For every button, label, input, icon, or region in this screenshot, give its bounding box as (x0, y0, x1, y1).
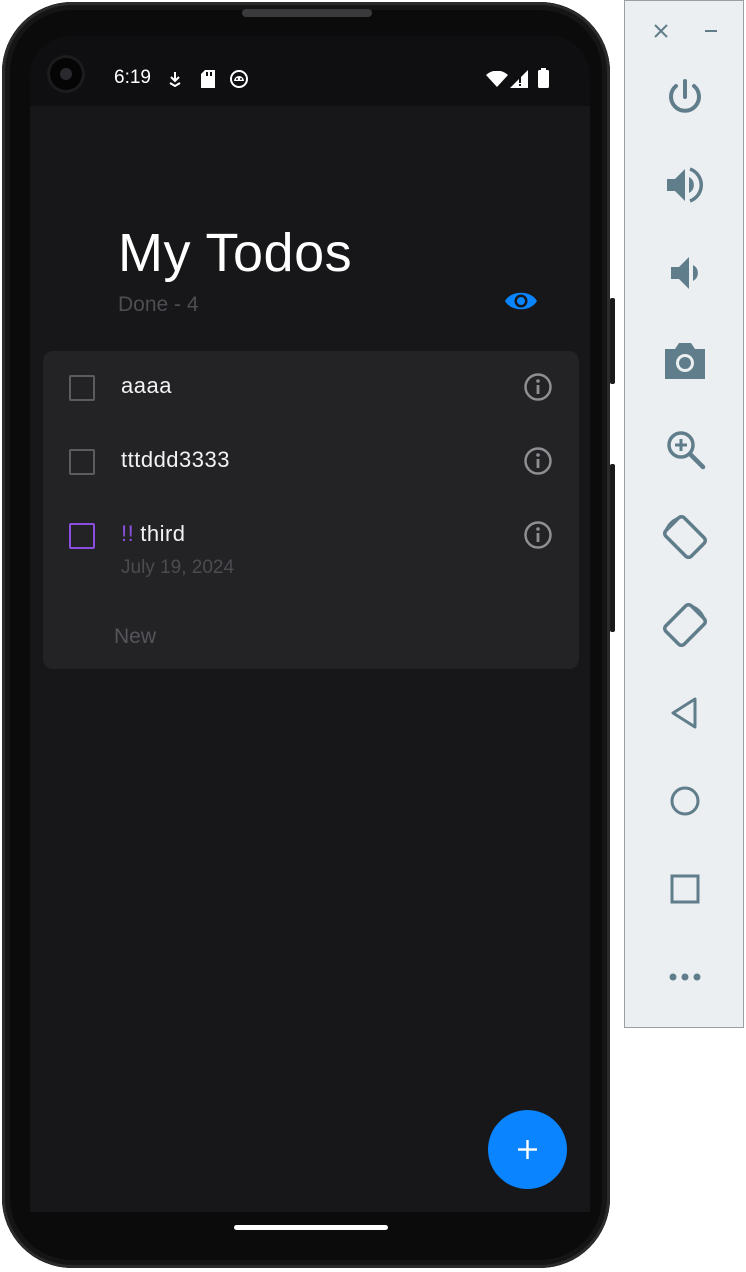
todo-due-date: July 19, 2024 (121, 557, 235, 578)
done-count-label: Done - 4 (118, 293, 199, 316)
volume-up-icon[interactable] (661, 161, 709, 209)
status-time: 6:19 (114, 67, 151, 88)
device-screen: 6:19 My Todos Done - 4 aaaa tttddd3333 !… (30, 36, 590, 1212)
new-todo-input[interactable] (114, 622, 494, 652)
plus-icon (518, 1140, 537, 1159)
gesture-nav-bar (30, 1212, 590, 1242)
page-title: My Todos (118, 223, 353, 283)
home-icon[interactable] (661, 777, 709, 825)
todo-item: tttddd3333 (43, 439, 579, 499)
todo-list: aaaa tttddd3333 !! third July 19, 2024 N… (43, 351, 579, 669)
overview-icon[interactable] (661, 865, 709, 913)
volume-down-icon[interactable] (661, 249, 709, 297)
todo-title-text: third (140, 521, 186, 546)
emulator-toolbar (624, 0, 744, 1028)
eye-icon (505, 292, 537, 310)
close-icon[interactable] (649, 19, 673, 43)
battery-icon (538, 68, 549, 88)
info-icon (524, 521, 552, 549)
volume-side-button (610, 464, 615, 632)
zoom-icon[interactable] (661, 425, 709, 473)
priority-marker: !! (121, 521, 135, 546)
todo-item: aaaa (43, 365, 579, 425)
phone-frame: 6:19 My Todos Done - 4 aaaa tttddd3333 !… (2, 2, 615, 1268)
cellular-signal-icon (510, 70, 528, 88)
back-icon[interactable] (661, 689, 709, 737)
todo-title[interactable]: !! third (121, 521, 186, 547)
wifi-icon (486, 71, 508, 87)
todo-title[interactable]: aaaa (121, 373, 172, 399)
todo-info-button[interactable] (523, 520, 553, 550)
robot-notification-icon (230, 70, 248, 88)
rotate-right-icon[interactable] (661, 601, 709, 649)
add-todo-button[interactable] (488, 1110, 567, 1189)
todo-title[interactable]: tttddd3333 (121, 447, 230, 473)
home-gesture-handle[interactable] (234, 1225, 388, 1230)
sd-card-icon (201, 70, 215, 88)
more-icon[interactable] (661, 953, 709, 1001)
todo-checkbox-priority[interactable] (69, 523, 95, 549)
todo-item: !! third July 19, 2024 (43, 513, 579, 593)
power-icon[interactable] (661, 73, 709, 121)
info-icon (524, 447, 552, 475)
todo-info-button[interactable] (523, 446, 553, 476)
show-done-toggle[interactable] (503, 286, 539, 316)
camera-icon[interactable] (661, 337, 709, 385)
emulator-stage: 6:19 My Todos Done - 4 aaaa tttddd3333 !… (0, 0, 746, 1272)
minimize-icon[interactable] (699, 19, 723, 43)
earpiece-speaker (242, 9, 372, 17)
rotate-left-icon[interactable] (661, 513, 709, 561)
download-notification-icon (169, 72, 181, 87)
todo-checkbox[interactable] (69, 449, 95, 475)
status-bar: 6:19 (30, 36, 590, 106)
todo-checkbox[interactable] (69, 375, 95, 401)
front-camera (50, 58, 82, 90)
power-side-button (610, 298, 615, 384)
info-icon (524, 373, 552, 401)
todo-info-button[interactable] (523, 372, 553, 402)
